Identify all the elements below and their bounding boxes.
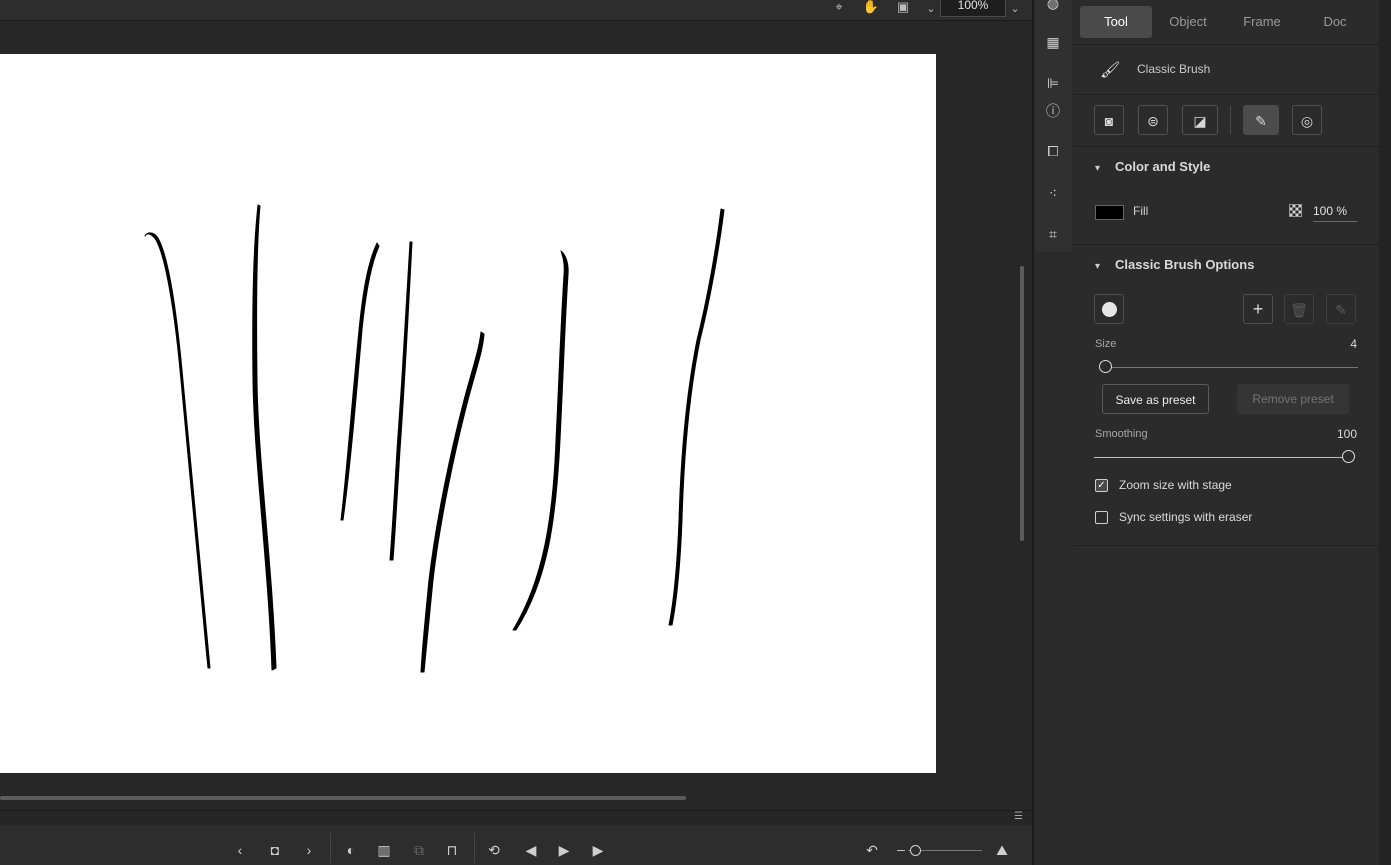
stage-canvas[interactable] (0, 54, 936, 773)
smooth-mode-button[interactable]: ⊜ (1138, 105, 1168, 135)
edit-preset-button[interactable]: ✎ (1326, 294, 1356, 324)
zoom-dropdown-icon[interactable]: ⌄ (1005, 0, 1025, 20)
plus-icon: + (1252, 299, 1264, 319)
frame-centering-icon[interactable]: ⊓ (441, 839, 463, 861)
tilt-icon: ◎ (1300, 113, 1314, 129)
tab-doc[interactable]: Doc (1299, 6, 1371, 38)
horizontal-scrollbar[interactable] (0, 796, 686, 800)
alpha-icon (1289, 204, 1302, 217)
object-drawing-mode-button[interactable]: ◙ (1094, 105, 1124, 135)
zoom-in-icon[interactable]: ⛰ (991, 839, 1013, 861)
lock-fill-button[interactable]: ◪ (1182, 105, 1218, 135)
smooth-mode-icon: ⊜ (1147, 113, 1159, 129)
motion-presets-icon[interactable]: ⁖ (1043, 183, 1063, 203)
sync-eraser-label[interactable]: Sync settings with eraser (1119, 510, 1252, 524)
separator (1230, 106, 1231, 134)
separator (330, 833, 331, 863)
undo-icon[interactable]: ↶ (861, 839, 883, 861)
zoom-out-icon[interactable]: – (890, 838, 912, 860)
separator (474, 833, 475, 863)
add-preset-button[interactable]: + (1243, 294, 1273, 324)
zoom-field[interactable]: 100% (940, 0, 1006, 17)
next-keyframe-icon[interactable]: › (298, 839, 320, 861)
play-icon[interactable]: ▶ (553, 839, 575, 861)
panel-edge (1379, 0, 1391, 865)
insert-keyframe-icon[interactable]: ◘ (264, 839, 286, 861)
center-stage-icon[interactable]: ⌖ (829, 0, 849, 18)
size-slider-knob[interactable] (1099, 360, 1112, 373)
divider (1074, 545, 1379, 546)
divider (1074, 146, 1379, 147)
step-forward-icon[interactable]: ▶ (587, 839, 609, 861)
brush-stroke (420, 331, 485, 673)
brush-stroke (144, 232, 211, 669)
alpha-field[interactable]: 100 % (1313, 204, 1357, 222)
tab-tool[interactable]: Tool (1080, 6, 1152, 38)
edit-multiple-frames-icon[interactable]: ▥ (373, 839, 395, 861)
tilt-button[interactable]: ◎ (1292, 105, 1322, 135)
pressure-button[interactable]: ✎ (1243, 105, 1279, 135)
loop-icon[interactable]: ⟲ (483, 839, 505, 861)
brush-shape-button[interactable] (1094, 294, 1124, 324)
smoothing-slider-knob[interactable] (1342, 450, 1355, 463)
transform-icon[interactable]: ⌗ (1043, 224, 1063, 244)
swatches-icon[interactable]: ▦ (1043, 32, 1063, 52)
brush-stroke (340, 242, 380, 521)
smoothing-value[interactable]: 100 (1317, 427, 1357, 441)
chevron-down-icon[interactable]: ▾ (1095, 163, 1100, 174)
onion-skin-icon[interactable]: ◐ (340, 839, 362, 861)
step-back-icon[interactable]: ◀ (520, 839, 542, 861)
size-slider[interactable] (1100, 367, 1358, 368)
size-label: Size (1095, 338, 1117, 350)
align-icon[interactable]: ⊫ (1043, 73, 1063, 93)
library-icon[interactable]: ⧠ (1043, 141, 1063, 161)
smoothing-slider[interactable] (1094, 457, 1350, 458)
prev-keyframe-icon[interactable]: ‹ (229, 839, 251, 861)
canvas-drawing (144, 204, 725, 673)
divider (1074, 244, 1379, 245)
pencil-icon: ✎ (1335, 302, 1347, 318)
brush-stroke (252, 204, 277, 671)
fill-label: Fill (1133, 204, 1149, 218)
brush-stroke (389, 241, 413, 561)
hand-icon[interactable]: ✋ (861, 0, 881, 18)
divider (1074, 44, 1379, 45)
vertical-scrollbar[interactable] (1020, 266, 1024, 541)
brush-stroke (512, 250, 569, 631)
size-value[interactable]: 4 (1320, 337, 1357, 351)
object-drawing-mode-icon: ◙ (1104, 113, 1114, 129)
info-icon[interactable]: ⓘ (1043, 101, 1063, 121)
trash-icon: 🗑 (1290, 302, 1308, 318)
pressure-icon: ✎ (1255, 113, 1267, 129)
fill-color-swatch[interactable] (1095, 205, 1124, 220)
color-wheel-icon[interactable]: ◍ (1043, 0, 1063, 13)
clip-icon[interactable]: ▣ (893, 0, 913, 18)
timeline-menu-icon[interactable]: ☰ (1014, 812, 1026, 822)
tab-object[interactable]: Object (1152, 6, 1224, 38)
zoom-size-label[interactable]: Zoom size with stage (1119, 478, 1232, 492)
chevron-down-icon[interactable]: ▾ (1095, 261, 1100, 272)
timeline-divider[interactable] (0, 810, 1032, 825)
divider (1074, 94, 1379, 95)
remove-preset-button[interactable]: Remove preset (1237, 384, 1349, 414)
save-preset-button[interactable]: Save as preset (1102, 384, 1209, 414)
brush-icon: 🖌 (1100, 62, 1121, 79)
zoom-size-checkbox[interactable]: ✓ (1095, 479, 1108, 492)
tool-name: Classic Brush (1137, 62, 1211, 76)
lock-fill-icon: ◪ (1193, 113, 1207, 129)
section-title[interactable]: Color and Style (1115, 159, 1210, 174)
delete-preset-button[interactable]: 🗑 (1284, 294, 1314, 324)
smoothing-label: Smoothing (1095, 428, 1148, 440)
section-title[interactable]: Classic Brush Options (1115, 257, 1254, 272)
timeline-zoom-knob[interactable] (910, 845, 921, 856)
tab-frame[interactable]: Frame (1226, 6, 1298, 38)
stage-toolbar: ⌖ ✋ ▣ ⌄ 100% ⌄ (0, 0, 1032, 21)
circle-shape-icon (1102, 302, 1117, 317)
sync-eraser-checkbox[interactable] (1095, 511, 1108, 524)
brush-stroke (668, 208, 725, 626)
onion-outline-icon[interactable]: ⧉ (408, 839, 430, 861)
chevron-down-icon[interactable]: ⌄ (921, 0, 941, 20)
